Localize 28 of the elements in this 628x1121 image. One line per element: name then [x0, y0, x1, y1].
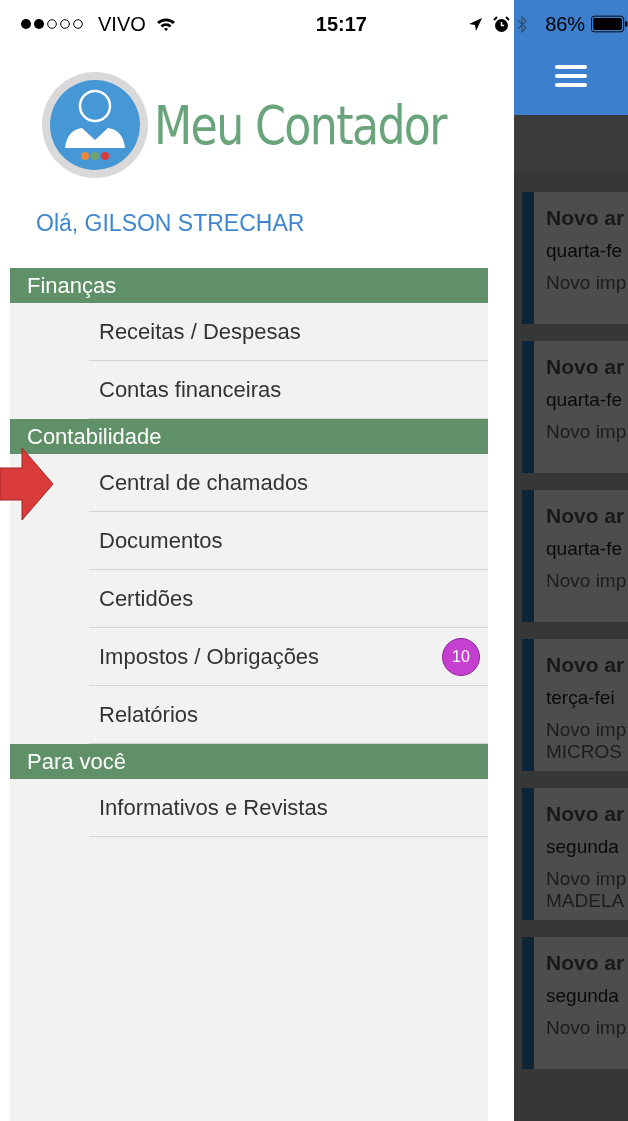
greeting-text: Olá, GILSON STRECHAR: [35, 209, 306, 238]
card-date: quarta-fe: [546, 240, 624, 262]
carrier-name: VIVO: [98, 12, 146, 36]
menu-icon[interactable]: [555, 64, 587, 88]
menu-item[interactable]: Certidões: [89, 570, 488, 628]
app-name: Meu Contador: [154, 93, 446, 157]
card-date: quarta-fe: [546, 389, 624, 411]
bluetooth-icon: [517, 14, 528, 34]
location-arrow-icon: [468, 16, 483, 32]
section-header: Contabilidade: [10, 419, 488, 454]
card-date: segunda: [546, 985, 620, 1007]
card-date: quarta-fe: [546, 538, 624, 560]
battery-icon: [591, 15, 628, 33]
menu-item[interactable]: Receitas / Despesas: [89, 303, 488, 361]
menu-item[interactable]: Documentos: [89, 512, 488, 570]
accountant-avatar-icon: [40, 70, 150, 180]
section-header: Finanças: [10, 268, 488, 303]
card-date: terça-fei: [546, 687, 616, 709]
menu-item[interactable]: Impostos / Obrigações 10: [89, 628, 488, 686]
section-header: Para você: [10, 744, 488, 779]
alarm-clock-icon: [493, 15, 510, 33]
clock-time: 15:17: [315, 12, 367, 36]
wifi-icon: [155, 16, 176, 32]
battery-percent: 86%: [545, 12, 586, 36]
menu-item[interactable]: Central de chamados: [89, 454, 488, 512]
count-badge: 10: [442, 637, 480, 676]
menu-item[interactable]: Informativos e Revistas: [89, 779, 488, 837]
card-date: segunda: [546, 836, 620, 858]
